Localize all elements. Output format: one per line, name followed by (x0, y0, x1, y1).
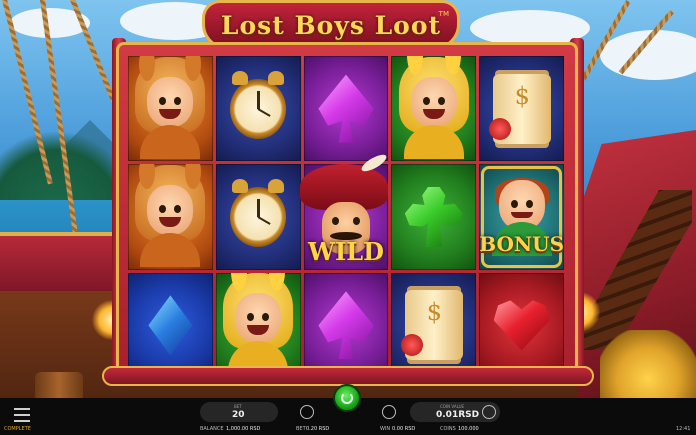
info-icon[interactable] (300, 405, 314, 419)
reel-cell-alarm-clock (215, 56, 301, 162)
coins-label: COINS (440, 426, 456, 432)
reel-cell-blue-diamond (128, 272, 213, 378)
bunny-boy-symbol (398, 56, 469, 159)
green-club-symbol (404, 186, 463, 247)
menu-icon[interactable] (14, 408, 30, 422)
reel-cell-green-club (391, 164, 477, 270)
win-label: WIN (380, 426, 391, 432)
trademark: TM (438, 10, 449, 18)
reel-cell-bunny-boy (391, 56, 477, 162)
reel-cell-red-heart (479, 272, 564, 378)
balance-value: 1,000.00 RSD (226, 426, 261, 432)
reel-cell-peter-pan-bonus: BONUS (479, 164, 564, 270)
clock: 12:41 (676, 426, 691, 432)
reel-cell-alarm-clock (215, 164, 301, 270)
reel-cell-fox-boy (128, 56, 213, 162)
spin-button[interactable] (333, 384, 361, 412)
bonus-label: BONUS (479, 231, 564, 256)
balance-label: BALANCE (200, 426, 224, 432)
reel-cell-purple-spade (303, 272, 389, 378)
fox-boy-symbol (135, 56, 206, 159)
wild-label: WILD (308, 236, 384, 266)
reel-grid: $ WILD BONUS $ (128, 56, 564, 378)
alarm-clock-symbol (230, 178, 287, 247)
reel-cell-treasure-scroll: $ (391, 272, 477, 378)
bet-selector[interactable]: BET 20 (200, 402, 278, 422)
reel-frame-base (102, 366, 594, 386)
bunny-boy-symbol (223, 272, 294, 376)
gold-pile (600, 330, 696, 400)
bet-value: 20 (232, 410, 245, 420)
provider-mark: COMPLETE (4, 426, 31, 432)
bet-label: BET (234, 404, 242, 409)
reel-cell-bunny-boy (215, 272, 301, 378)
coinvalue-label: COIN VALUE (440, 404, 465, 409)
reel-cell-purple-spade (303, 56, 389, 162)
coinvalue-value: 0.01RSD (436, 410, 480, 420)
ship-rail (0, 232, 125, 291)
reel-cell-treasure-scroll: $ (479, 56, 564, 162)
red-heart-symbol (493, 300, 550, 351)
treasure-scroll-symbol: $ (400, 290, 463, 361)
blue-diamond-symbol (148, 295, 193, 356)
alarm-clock-symbol (230, 70, 287, 139)
purple-spade-symbol (318, 74, 374, 143)
win-value: 0.00 RSD (392, 426, 416, 432)
reel-cell-captain-hook-wild: WILD (299, 151, 389, 270)
autoplay-icon[interactable] (382, 405, 396, 419)
bet-info-label: BET (296, 426, 306, 432)
game-title: Lost Boys Loot (220, 10, 442, 40)
purple-spade-symbol (318, 291, 374, 360)
bet-info-value: 0.20 RSD (306, 426, 330, 432)
coins-value: 100.000 (458, 426, 479, 432)
fox-boy-symbol (135, 164, 206, 267)
reel-cell-fox-boy (128, 164, 213, 270)
treasure-scroll-symbol: $ (488, 73, 551, 144)
coin-value-plus-icon[interactable] (482, 405, 496, 419)
